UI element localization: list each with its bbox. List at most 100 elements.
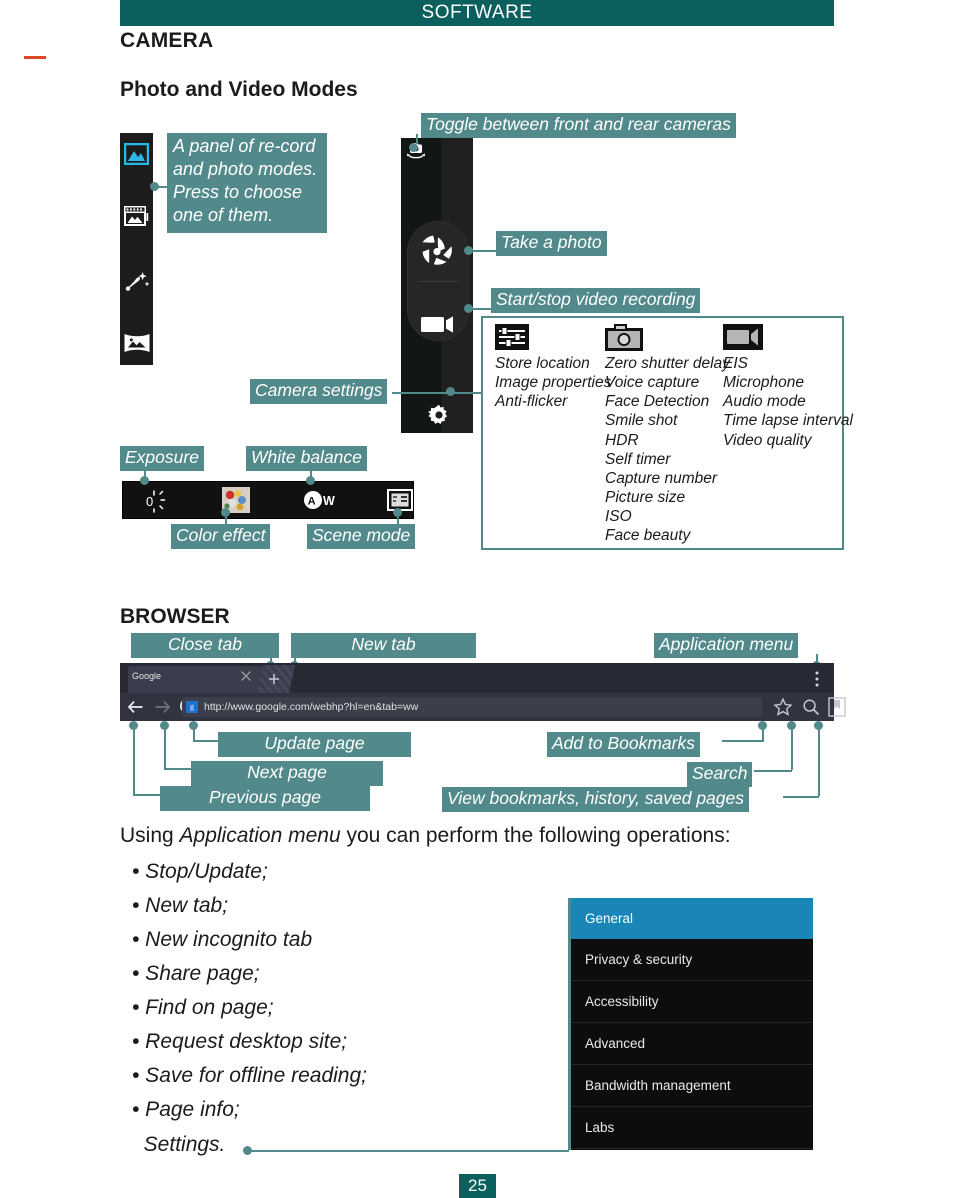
camera-mode-rail[interactable] [120, 133, 153, 365]
previous-page-icon[interactable] [126, 697, 146, 717]
callout-dot [464, 304, 473, 313]
settings-menu-item-privacy[interactable]: Privacy & security [571, 939, 813, 981]
settings-item: Self timer [605, 450, 671, 468]
search-icon[interactable] [801, 697, 821, 717]
panorama-mode-icon[interactable] [120, 326, 153, 359]
callout-next-page: Next page [191, 761, 383, 786]
url-bar[interactable]: g http://www.google.com/webhp?hl=en&tab=… [182, 697, 762, 717]
callout-leader-line [193, 726, 195, 740]
manual-page: SOFTWARE CAMERA Photo and Video Modes A … [0, 0, 954, 1198]
take-photo-icon[interactable] [420, 234, 456, 270]
callout-leader-line [783, 796, 819, 798]
settings-item: Video quality [723, 431, 812, 449]
application-menu-icon[interactable] [808, 669, 826, 689]
svg-text:W: W [323, 494, 335, 508]
settings-item: Time lapse interval [723, 412, 853, 430]
settings-item: Smile shot [605, 412, 678, 430]
settings-menu-label: Bandwidth management [585, 1078, 731, 1093]
callout-exposure: Exposure [120, 446, 204, 471]
callout-dot [140, 476, 149, 485]
settings-item: HDR [605, 431, 639, 449]
callout-view-bookmarks: View bookmarks, history, saved pages [442, 787, 749, 812]
intro-after: you can perform the following operations… [340, 824, 731, 847]
callout-leader-line [818, 726, 820, 796]
settings-menu-label: Privacy & security [585, 952, 693, 967]
settings-item: Zero shutter delay [605, 355, 730, 372]
plus-icon[interactable] [266, 671, 282, 687]
callout-application-menu: Application menu [654, 633, 799, 658]
section-title-camera: CAMERA [120, 29, 214, 52]
settings-menu-item-advanced[interactable]: Advanced [571, 1023, 813, 1065]
sliders-icon [495, 324, 611, 354]
white-balance-icon[interactable]: A W [301, 482, 347, 518]
settings-menu-item-general[interactable]: General [571, 898, 813, 939]
effects-mode-icon[interactable] [120, 264, 153, 297]
camera-settings-legend: Store location Image properties Anti-fli… [481, 316, 853, 550]
callout-dot [150, 182, 159, 191]
settings-item: Store location [495, 355, 590, 372]
callout-close-tab: Close tab [131, 633, 279, 658]
callout-scene-mode: Scene mode [307, 524, 416, 549]
section-title-browser: BROWSER [120, 605, 230, 628]
camera-icon [605, 324, 730, 354]
settings-menu-item-labs[interactable]: Labs [571, 1107, 813, 1149]
settings-menu-label: Labs [585, 1120, 615, 1135]
callout-leader-line [193, 740, 219, 742]
settings-menu-item-bandwidth[interactable]: Bandwidth management [571, 1065, 813, 1107]
callout-color-effect: Color effect [171, 524, 271, 549]
list-item: • Save for offline reading; [132, 1064, 367, 1087]
page-header-bar: SOFTWARE [120, 0, 834, 26]
callout-new-tab: New tab [291, 633, 476, 658]
callout-dot [446, 387, 455, 396]
intro-before: Using [120, 824, 180, 847]
close-icon[interactable] [238, 668, 254, 684]
settings-menu-label: Accessibility [585, 994, 659, 1009]
photo-mode-icon[interactable] [120, 137, 153, 170]
svg-text:0: 0 [146, 494, 153, 509]
list-item: Settings. [132, 1133, 226, 1156]
callout-previous-page: Previous page [160, 786, 370, 811]
svg-text:A: A [308, 496, 316, 508]
add-bookmark-icon[interactable] [773, 697, 793, 717]
list-item: • Share page; [132, 962, 260, 985]
callout-white-balance: White balance [246, 446, 367, 471]
callout-leader-line [469, 250, 497, 252]
browser-mockup: Google g http://www.google.com/webhp?hl=… [120, 663, 846, 721]
callout-leader-line [754, 770, 792, 772]
settings-menu-item-accessibility[interactable]: Accessibility [571, 981, 813, 1023]
callout-leader-line [722, 740, 764, 742]
video-record-icon[interactable] [420, 313, 456, 335]
settings-item: Voice capture [605, 374, 700, 392]
callout-dot [464, 246, 473, 255]
shutter-divider [418, 281, 458, 282]
callout-leader-line [247, 1150, 569, 1152]
browser-tab-row: Google [120, 663, 834, 693]
gear-icon[interactable] [428, 404, 450, 426]
callout-mode-panel: A panel of re-cord and photo modes. Pres… [167, 133, 327, 234]
callout-leader-line [164, 768, 192, 770]
settings-item: Face Detection [605, 393, 710, 411]
callout-leader-line [392, 392, 482, 394]
callout-video-record: Start/stop video recording [491, 288, 701, 313]
callout-dot [393, 508, 402, 517]
page-number: 25 [459, 1174, 496, 1198]
view-bookmarks-icon[interactable] [828, 697, 848, 717]
video-mode-icon[interactable] [120, 199, 153, 232]
settings-item: EIS [723, 355, 748, 372]
list-item: • Find on page; [132, 996, 274, 1019]
tab-underline [24, 56, 46, 59]
browser-settings-menu[interactable]: General Privacy & security Accessibility… [568, 898, 813, 1150]
list-item: • New tab; [132, 894, 229, 917]
camera-adjust-toolbar[interactable]: 0 A W [122, 481, 414, 519]
callout-dot [221, 508, 230, 517]
intro-paragraph: Using Application menu you can perform t… [120, 824, 731, 848]
settings-item: Image properties [495, 374, 612, 392]
subsection-title-photo-video-modes: Photo and Video Modes [120, 78, 358, 101]
exposure-icon[interactable]: 0 [133, 482, 177, 518]
settings-column-general: Store location Image properties Anti-fli… [495, 324, 611, 411]
next-page-icon[interactable] [152, 697, 172, 717]
list-item: • New incognito tab [132, 928, 313, 951]
list-item: • Stop/Update; [132, 860, 268, 883]
settings-column-photo: Zero shutter delay Voice capture Face De… [605, 324, 730, 545]
settings-item: Capture number [605, 469, 718, 487]
